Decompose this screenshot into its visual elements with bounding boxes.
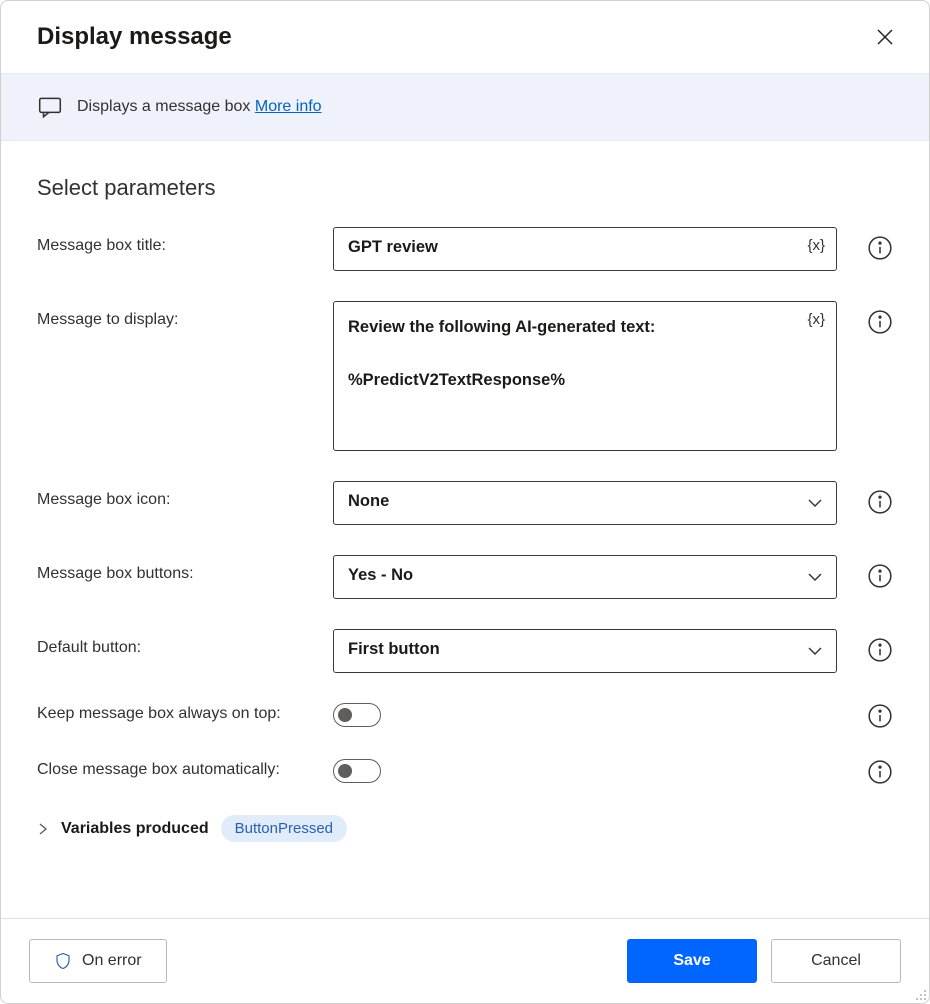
row-always-on-top: Keep message box always on top:: [37, 703, 893, 729]
always-on-top-toggle[interactable]: [333, 703, 381, 727]
info-text: Displays a message box: [77, 98, 250, 115]
row-default-button: Default button: First button: [37, 629, 893, 673]
row-title: Message box title: GPT review {x}: [37, 227, 893, 271]
cancel-button[interactable]: Cancel: [771, 939, 901, 983]
variables-label: Variables produced: [61, 820, 209, 838]
info-icon[interactable]: [867, 637, 893, 663]
label-title: Message box title:: [37, 227, 317, 255]
label-always-on-top: Keep message box always on top:: [37, 703, 317, 723]
dialog-header: Display message: [1, 1, 929, 73]
variables-row: Variables produced ButtonPressed: [37, 815, 893, 842]
label-default-button: Default button:: [37, 629, 317, 657]
info-icon[interactable]: [867, 309, 893, 335]
variables-expand-toggle[interactable]: [37, 823, 49, 835]
close-auto-toggle[interactable]: [333, 759, 381, 783]
more-info-link[interactable]: More info: [255, 98, 322, 115]
info-banner: Displays a message box More info: [1, 73, 929, 141]
info-icon[interactable]: [867, 235, 893, 261]
variable-pill[interactable]: ButtonPressed: [221, 815, 347, 842]
dialog-title: Display message: [37, 23, 232, 51]
close-button[interactable]: [869, 21, 901, 53]
message-icon: [37, 94, 63, 120]
buttons-select[interactable]: Yes - No: [333, 555, 837, 599]
label-close-auto: Close message box automatically:: [37, 759, 317, 779]
chevron-right-icon: [37, 823, 49, 835]
row-message: Message to display: Review the following…: [37, 301, 893, 451]
save-button[interactable]: Save: [627, 939, 757, 983]
label-icon: Message box icon:: [37, 481, 317, 509]
info-icon[interactable]: [867, 703, 893, 729]
shield-icon: [54, 952, 72, 970]
info-icon[interactable]: [867, 489, 893, 515]
row-buttons: Message box buttons: Yes - No: [37, 555, 893, 599]
info-icon[interactable]: [867, 563, 893, 589]
row-close-auto: Close message box automatically:: [37, 759, 893, 785]
info-icon[interactable]: [867, 759, 893, 785]
title-input[interactable]: GPT review: [333, 227, 837, 271]
icon-select[interactable]: None: [333, 481, 837, 525]
on-error-label: On error: [82, 952, 142, 970]
label-message: Message to display:: [37, 301, 317, 329]
close-icon: [877, 29, 893, 45]
row-icon: Message box icon: None: [37, 481, 893, 525]
label-buttons: Message box buttons:: [37, 555, 317, 583]
default-button-select[interactable]: First button: [333, 629, 837, 673]
display-message-dialog: Display message Displays a message box M…: [0, 0, 930, 1004]
info-banner-text: Displays a message box More info: [77, 98, 322, 116]
section-title: Select parameters: [37, 175, 893, 201]
dialog-body: Select parameters Message box title: GPT…: [1, 141, 929, 918]
on-error-button[interactable]: On error: [29, 939, 167, 983]
message-input[interactable]: Review the following AI-generated text: …: [333, 301, 837, 451]
dialog-footer: On error Save Cancel: [1, 918, 929, 1003]
